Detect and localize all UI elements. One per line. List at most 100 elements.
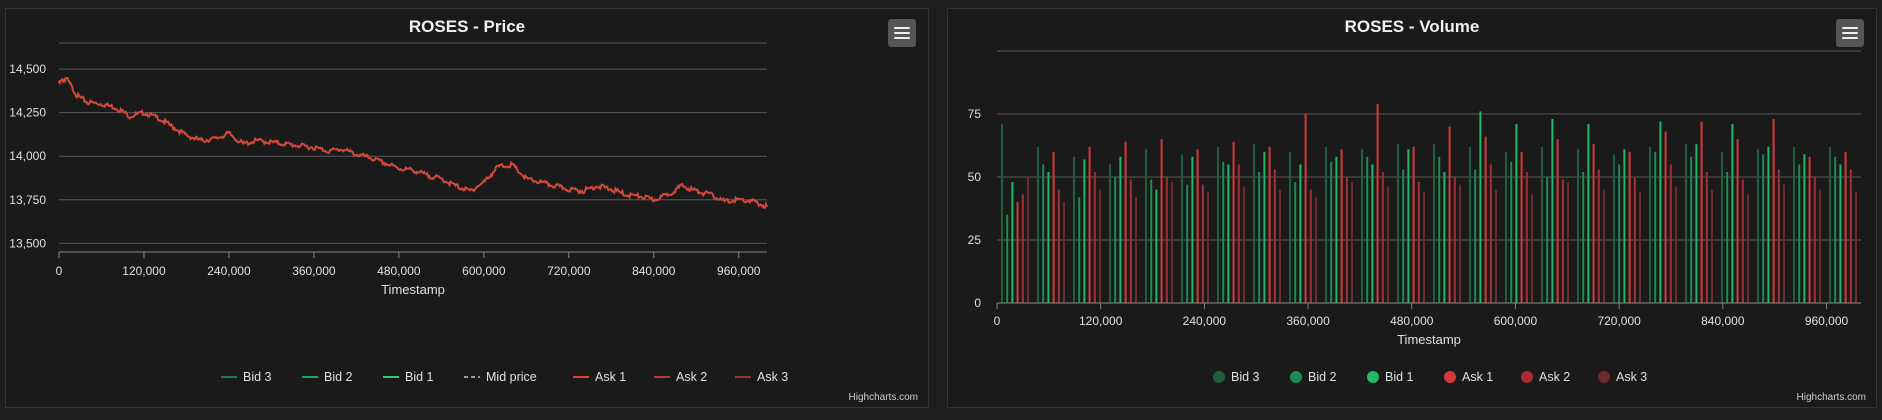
volume-bar[interactable] [1495, 189, 1497, 303]
volume-bar[interactable] [1402, 169, 1405, 303]
volume-bar[interactable] [1736, 139, 1739, 303]
volume-bar[interactable] [1459, 184, 1461, 303]
volume-bar[interactable] [1767, 146, 1770, 303]
volume-bar[interactable] [1196, 149, 1199, 303]
volume-bar[interactable] [1263, 151, 1266, 303]
volume-bar[interactable] [1772, 119, 1775, 303]
volume-bar[interactable] [1109, 164, 1111, 303]
volume-bar[interactable] [1011, 182, 1014, 303]
price-legend-item-bid-3[interactable]: Bid 3 [221, 370, 272, 384]
volume-chart-credit[interactable]: Highcharts.com [1797, 392, 1866, 403]
volume-bar[interactable] [1582, 172, 1585, 303]
volume-legend-item-bid-3[interactable]: Bid 3 [1213, 370, 1260, 384]
volume-bar[interactable] [1695, 144, 1698, 303]
volume-bar[interactable] [1371, 164, 1374, 303]
volume-bar[interactable] [1330, 161, 1333, 303]
volume-bar[interactable] [1135, 197, 1137, 303]
volume-bar[interactable] [1618, 164, 1621, 303]
volume-bar[interactable] [1191, 156, 1194, 303]
volume-bar[interactable] [1294, 182, 1297, 303]
volume-bar[interactable] [1664, 131, 1667, 303]
price-legend-item-ask-2[interactable]: Ask 2 [654, 370, 707, 384]
volume-bar[interactable] [1407, 149, 1410, 303]
volume-bar[interactable] [1633, 177, 1636, 303]
volume-bar[interactable] [1412, 146, 1415, 303]
volume-bar[interactable] [1628, 151, 1631, 303]
volume-bar[interactable] [1690, 156, 1693, 303]
volume-bar[interactable] [1803, 154, 1806, 303]
volume-bar[interactable] [1124, 141, 1127, 303]
volume-bar[interactable] [1279, 189, 1281, 303]
volume-bar[interactable] [1093, 172, 1096, 303]
volume-bar[interactable] [1237, 164, 1240, 303]
volume-bar[interactable] [1777, 169, 1780, 303]
price-chart-credit[interactable]: Highcharts.com [849, 392, 918, 403]
volume-bar[interactable] [1489, 164, 1492, 303]
volume-bar[interactable] [1783, 184, 1785, 303]
volume-bar[interactable] [1844, 151, 1847, 303]
volume-bar[interactable] [1381, 172, 1384, 303]
volume-bar[interactable] [1345, 177, 1348, 303]
volume-bar[interactable] [1243, 187, 1245, 303]
volume-bar[interactable] [1001, 124, 1003, 303]
volume-bar[interactable] [1515, 124, 1518, 303]
volume-bar[interactable] [1834, 156, 1837, 303]
price-legend-item-ask-1[interactable]: Ask 1 [573, 370, 626, 384]
volume-bar[interactable] [1808, 156, 1811, 303]
volume-bar[interactable] [1453, 177, 1456, 303]
volume-bar[interactable] [1603, 189, 1605, 303]
volume-bar[interactable] [1849, 169, 1852, 303]
volume-bar[interactable] [1659, 121, 1662, 303]
volume-bar[interactable] [1711, 189, 1713, 303]
volume-bar[interactable] [1675, 187, 1677, 303]
volume-bar[interactable] [1762, 154, 1765, 303]
volume-legend-item-ask-1[interactable]: Ask 1 [1444, 370, 1493, 384]
volume-bar[interactable] [1325, 146, 1327, 303]
volume-bar[interactable] [1525, 172, 1528, 303]
volume-bar[interactable] [1387, 187, 1389, 303]
volume-bar[interactable] [1335, 156, 1338, 303]
volume-bar[interactable] [1073, 156, 1075, 303]
volume-bar[interactable] [1160, 139, 1163, 303]
volume-bar[interactable] [1551, 119, 1554, 303]
volume-bar[interactable] [1232, 141, 1235, 303]
volume-bar[interactable] [1119, 156, 1122, 303]
volume-bar[interactable] [1027, 177, 1029, 303]
volume-bar[interactable] [1145, 149, 1147, 303]
volume-bar[interactable] [1577, 149, 1579, 303]
volume-bar[interactable] [1741, 179, 1744, 304]
volume-bar[interactable] [1057, 189, 1060, 303]
volume-bar[interactable] [1520, 151, 1523, 303]
volume-bar[interactable] [1556, 139, 1559, 303]
volume-bar[interactable] [1078, 197, 1081, 303]
volume-bar[interactable] [1201, 184, 1204, 303]
volume-bar[interactable] [1155, 189, 1158, 303]
volume-bar[interactable] [1227, 164, 1230, 303]
volume-bar[interactable] [1006, 214, 1009, 303]
volume-bar[interactable] [1181, 154, 1183, 303]
volume-bar[interactable] [1793, 146, 1795, 303]
volume-bar[interactable] [1376, 103, 1379, 304]
volume-bar[interactable] [1222, 161, 1225, 303]
volume-bar[interactable] [1592, 144, 1595, 303]
volume-bar[interactable] [1813, 177, 1816, 303]
volume-bar[interactable] [1839, 164, 1842, 303]
volume-bar[interactable] [1047, 172, 1050, 303]
volume-bar[interactable] [1037, 146, 1039, 303]
volume-bar[interactable] [1639, 192, 1641, 303]
volume-bar[interactable] [1561, 179, 1564, 304]
volume-bar[interactable] [1150, 179, 1153, 304]
volume-bar[interactable] [1315, 197, 1317, 303]
volume-bar[interactable] [1798, 164, 1801, 303]
volume-bar[interactable] [1217, 146, 1219, 303]
volume-bar[interactable] [1258, 172, 1261, 303]
volume-bar[interactable] [1129, 179, 1132, 304]
volume-bar[interactable] [1042, 164, 1045, 303]
volume-bar[interactable] [1304, 114, 1307, 303]
volume-bar[interactable] [1397, 144, 1399, 303]
volume-bar[interactable] [1417, 182, 1420, 303]
volume-bar[interactable] [1351, 182, 1353, 303]
volume-bar[interactable] [1186, 184, 1189, 303]
volume-bar[interactable] [1541, 146, 1543, 303]
volume-bar[interactable] [1597, 169, 1600, 303]
